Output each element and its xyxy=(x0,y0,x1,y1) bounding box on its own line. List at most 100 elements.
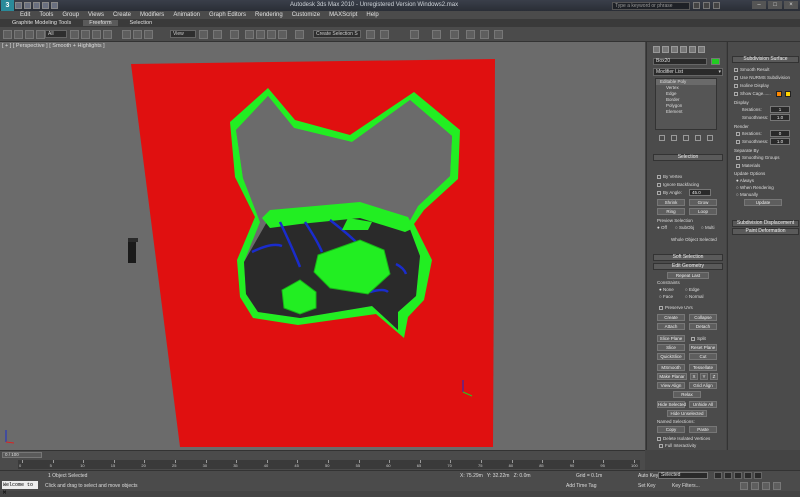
close-icon[interactable]: × xyxy=(784,1,798,9)
attach-button[interactable]: Attach xyxy=(657,323,685,330)
y-coordinate[interactable]: Y: 32.22m xyxy=(487,473,510,479)
smooth-result-checkbox[interactable]: Smooth Result xyxy=(734,67,770,72)
menu-modifiers[interactable]: Modifiers xyxy=(140,11,164,19)
x-coordinate[interactable]: X: 75.29m xyxy=(460,473,483,479)
planar-z-button[interactable]: Z xyxy=(710,373,718,380)
copy-button[interactable]: Copy xyxy=(657,426,685,433)
tessellate-button[interactable]: Tessellate xyxy=(689,364,717,371)
collapse-button[interactable]: Collapse xyxy=(689,314,717,321)
new-file-icon[interactable] xyxy=(15,2,22,9)
named-selection-dropdown[interactable]: Create Selection S xyxy=(313,30,361,38)
search-input[interactable]: Type a keyword or phrase xyxy=(612,2,690,10)
repeat-last-button[interactable]: Repeat Last xyxy=(667,272,709,279)
constraint-face-radio[interactable]: ○ Face xyxy=(659,294,673,299)
pin-stack-icon[interactable] xyxy=(659,135,665,141)
auto-key-button[interactable]: Auto Key xyxy=(638,473,658,479)
select-by-name-icon[interactable] xyxy=(81,30,90,39)
selection-rollout-header[interactable]: Selection xyxy=(653,154,723,161)
subdivision-surface-header[interactable]: Subdivision Surface xyxy=(732,56,799,63)
manipulate-icon[interactable] xyxy=(213,30,222,39)
show-cage-checkbox[interactable]: Show Cage...... xyxy=(734,91,771,96)
use-nurms-checkbox[interactable]: Use NURMS Subdivision xyxy=(734,75,790,80)
select-object-icon[interactable] xyxy=(70,30,79,39)
menu-rendering[interactable]: Rendering xyxy=(255,11,283,19)
menu-tools[interactable]: Tools xyxy=(39,11,53,19)
angle-field[interactable]: 45.0 xyxy=(689,189,711,196)
maximize-icon[interactable]: □ xyxy=(768,1,782,9)
planar-y-button[interactable]: Y xyxy=(700,373,708,380)
move-icon[interactable] xyxy=(122,30,131,39)
time-slider[interactable]: 0 / 100 xyxy=(2,452,42,458)
pivot-icon[interactable] xyxy=(199,30,208,39)
rotate-icon[interactable] xyxy=(133,30,142,39)
update-button[interactable]: Update xyxy=(744,199,782,206)
render-frame-icon[interactable] xyxy=(494,30,503,39)
percent-snap-icon[interactable] xyxy=(267,30,276,39)
key-filters-button[interactable]: Key Filters... xyxy=(672,483,700,489)
spinner-snap-icon[interactable] xyxy=(278,30,287,39)
zoom-all-icon[interactable] xyxy=(751,482,759,490)
view-align-button[interactable]: View Align xyxy=(657,382,685,389)
hierarchy-tab-icon[interactable] xyxy=(671,46,678,53)
update-manually-radio[interactable]: ○ Manually xyxy=(736,192,758,197)
search-icon[interactable] xyxy=(693,2,700,9)
subdivision-displacement-header[interactable]: Subdivision Displacement xyxy=(732,220,799,227)
menu-help[interactable]: Help xyxy=(366,11,378,19)
perspective-viewport[interactable]: [ + ] [ Perspective ] [ Smooth + Highlig… xyxy=(0,42,645,450)
go-to-start-icon[interactable] xyxy=(714,472,722,479)
grid-align-button[interactable]: Grid Align xyxy=(689,382,717,389)
slice-button[interactable]: Slice xyxy=(657,344,685,351)
display-iterations-field[interactable]: 1 xyxy=(770,106,790,113)
detach-button[interactable]: Detach xyxy=(689,323,717,330)
z-coordinate[interactable]: Z: 0.0m xyxy=(514,473,531,479)
maxscript-listener[interactable]: Welcome to M xyxy=(2,481,38,496)
make-planar-button[interactable]: Make Planar xyxy=(657,373,687,380)
snap-icon[interactable] xyxy=(245,30,254,39)
prev-frame-icon[interactable] xyxy=(724,472,732,479)
configure-sets-icon[interactable] xyxy=(707,135,713,141)
display-tab-icon[interactable] xyxy=(689,46,696,53)
by-vertex-checkbox[interactable]: By Vertex xyxy=(657,174,682,179)
update-when-rendering-radio[interactable]: ○ When Rendering xyxy=(736,185,774,190)
grow-button[interactable]: Grow xyxy=(689,199,717,206)
add-time-tag[interactable]: Add Time Tag xyxy=(566,483,596,489)
schematic-view-icon[interactable] xyxy=(450,30,459,39)
modify-tab-icon[interactable] xyxy=(662,46,669,53)
planar-x-button[interactable]: X xyxy=(690,373,698,380)
maximize-viewport-icon[interactable] xyxy=(773,482,781,490)
ref-coord-dropdown[interactable]: View xyxy=(170,30,196,38)
menu-edit[interactable]: Edit xyxy=(20,11,30,19)
shrink-button[interactable]: Shrink xyxy=(657,199,685,206)
layer-manager-icon[interactable] xyxy=(410,30,419,39)
create-tab-icon[interactable] xyxy=(653,46,660,53)
align-icon[interactable] xyxy=(380,30,389,39)
play-icon[interactable] xyxy=(734,472,742,479)
keyboard-shortcut-icon[interactable] xyxy=(230,30,239,39)
utilities-tab-icon[interactable] xyxy=(698,46,705,53)
preview-subobj-radio[interactable]: ○ SubObj xyxy=(675,225,694,230)
preserve-uvs-checkbox[interactable]: Preserve UVs xyxy=(659,305,693,310)
unlink-icon[interactable] xyxy=(36,30,45,39)
mirror-icon[interactable] xyxy=(366,30,375,39)
window-crossing-icon[interactable] xyxy=(103,30,112,39)
tab-selection[interactable]: Selection xyxy=(130,20,153,26)
timeline-track[interactable]: 0 5 10 15 20 25 30 35 40 45 50 55 60 65 70 75 80 85 90 95 10… xyxy=(18,460,640,469)
edit-named-sel-icon[interactable] xyxy=(295,30,304,39)
soft-selection-rollout-header[interactable]: Soft Selection xyxy=(653,254,723,261)
object-color-swatch[interactable] xyxy=(711,58,720,65)
viewport-label[interactable]: [ + ] [ Perspective ] [ Smooth + Highlig… xyxy=(2,43,105,49)
redo-icon[interactable] xyxy=(51,2,58,9)
material-editor-icon[interactable] xyxy=(466,30,475,39)
key-selection-dropdown[interactable]: Selected xyxy=(658,472,708,479)
save-icon[interactable] xyxy=(33,2,40,9)
reset-plane-button[interactable]: Reset Plane xyxy=(689,344,717,351)
render-smoothness-checkbox[interactable]: Smoothness: xyxy=(736,139,768,144)
msmooth-button[interactable]: MSmooth xyxy=(657,364,685,371)
menu-customize[interactable]: Customize xyxy=(292,11,320,19)
remove-modifier-icon[interactable] xyxy=(695,135,701,141)
curve-editor-icon[interactable] xyxy=(432,30,441,39)
menu-views[interactable]: Views xyxy=(88,11,104,19)
app-logo-icon[interactable]: 3 xyxy=(1,0,14,11)
full-interactivity-checkbox[interactable]: Full Interactivity xyxy=(659,443,696,448)
redo-icon[interactable] xyxy=(14,30,23,39)
